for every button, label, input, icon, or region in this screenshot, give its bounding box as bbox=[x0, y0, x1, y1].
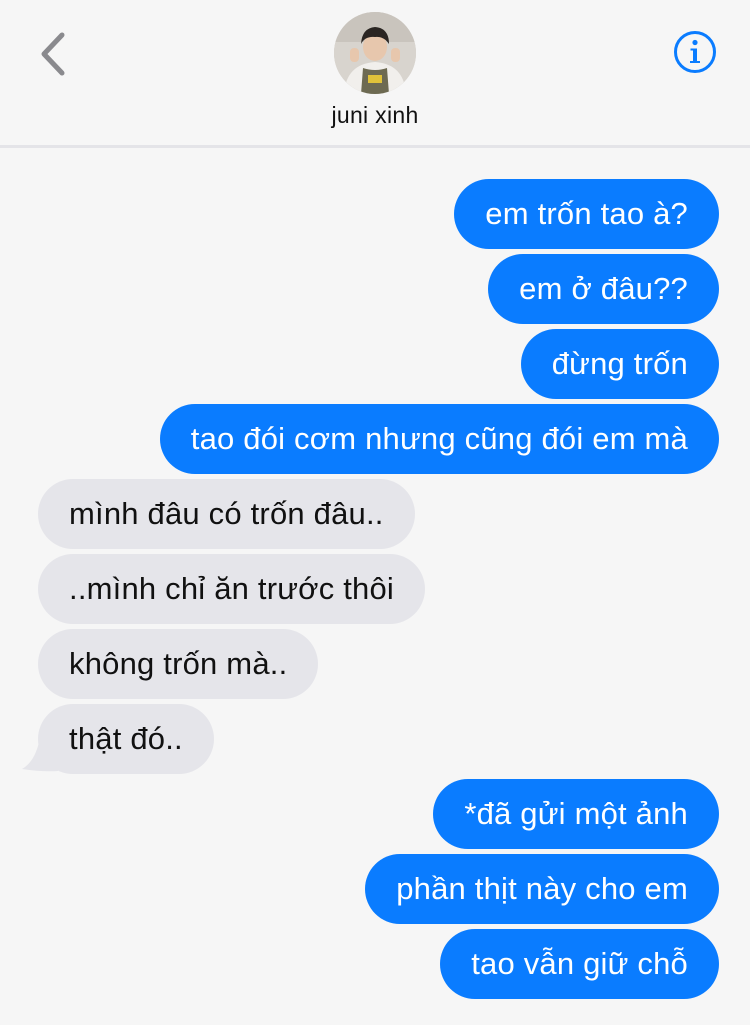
chat-screen: juni xinh em trốn tao à? em ở đâu?? đừng… bbox=[0, 0, 750, 1025]
back-button[interactable] bbox=[28, 26, 78, 82]
message-bubble-outgoing[interactable]: đừng trốn bbox=[520, 329, 719, 399]
message-bubble-incoming[interactable]: không trốn mà.. bbox=[38, 629, 319, 699]
conversation-header: juni xinh bbox=[0, 0, 750, 148]
message-bubble-incoming[interactable]: ..mình chỉ ăn trước thôi bbox=[38, 554, 426, 624]
contact-name[interactable]: juni xinh bbox=[0, 102, 750, 129]
info-circle-icon bbox=[674, 31, 716, 73]
message-bubble-outgoing[interactable]: *đã gửi một ảnh bbox=[433, 779, 719, 849]
message-bubble-incoming[interactable]: mình đâu có trốn đâu.. bbox=[38, 479, 415, 549]
info-button[interactable] bbox=[673, 30, 717, 74]
message-bubble-outgoing[interactable]: phần thịt này cho em bbox=[365, 854, 719, 924]
message-bubble-outgoing[interactable]: tao đói cơm nhưng cũng đói em mà bbox=[159, 404, 719, 474]
avatar-photo bbox=[334, 12, 416, 94]
message-bubble-outgoing[interactable]: tao vẫn giữ chỗ bbox=[440, 929, 719, 999]
message-bubble-incoming[interactable]: thật đó.. bbox=[38, 704, 214, 774]
chevron-left-icon bbox=[41, 32, 65, 76]
contact-avatar[interactable] bbox=[334, 12, 416, 94]
message-bubble-outgoing[interactable]: em ở đâu?? bbox=[488, 254, 719, 324]
message-bubble-outgoing[interactable]: em trốn tao à? bbox=[454, 179, 719, 249]
